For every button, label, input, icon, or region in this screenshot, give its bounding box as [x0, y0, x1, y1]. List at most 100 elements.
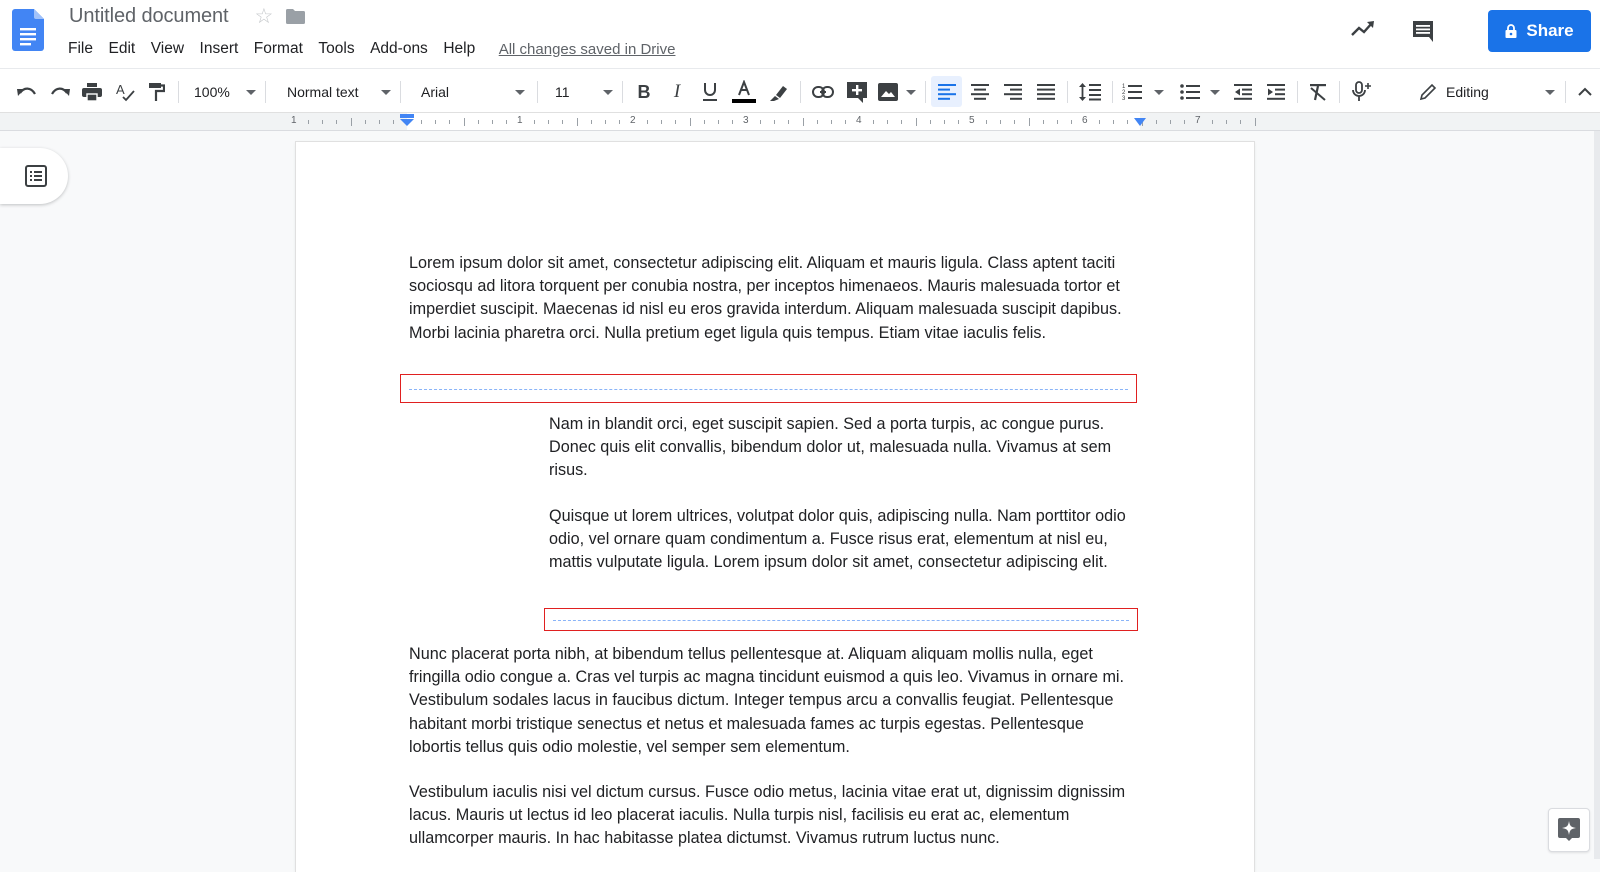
section-break-line[interactable]: [409, 388, 1128, 390]
docs-logo-icon[interactable]: [12, 9, 44, 51]
collapse-icon: [1578, 87, 1592, 96]
font-size-select[interactable]: 11: [546, 80, 613, 104]
ruler-tick: [548, 120, 550, 124]
bold-button[interactable]: B: [632, 80, 656, 104]
paragraph[interactable]: Lorem ipsum dolor sit amet, consectetur …: [409, 252, 1133, 345]
paragraph-indented[interactable]: Quisque ut lorem ultrices, volutpat dolo…: [549, 505, 1129, 575]
increase-indent-button[interactable]: [1264, 80, 1288, 104]
paint-format-button[interactable]: [145, 80, 169, 104]
document-title[interactable]: Untitled document: [69, 5, 229, 28]
document-outline-button[interactable]: [0, 148, 68, 204]
hide-menus-button[interactable]: [1574, 80, 1596, 104]
insert-link-button[interactable]: [810, 80, 836, 104]
save-status-link[interactable]: All changes saved in Drive: [499, 41, 676, 58]
justify-button[interactable]: [1034, 80, 1058, 104]
decrease-indent-button[interactable]: [1231, 80, 1255, 104]
text-color-button[interactable]: [731, 80, 757, 104]
numbered-list-button[interactable]: 123: [1122, 80, 1164, 104]
star-icon[interactable]: ☆: [255, 6, 274, 27]
font-family-select[interactable]: Arial: [410, 80, 525, 104]
ruler-tick: [1042, 120, 1044, 124]
font-size-value: 11: [555, 84, 570, 100]
paragraph[interactable]: Vestibulum iaculis nisi vel dictum cursu…: [409, 781, 1133, 851]
voice-typing-button[interactable]: [1349, 80, 1375, 104]
zoom-value: 100%: [194, 84, 230, 100]
align-center-icon: [971, 84, 989, 100]
redo-button[interactable]: [48, 80, 72, 104]
ruler-label: 3: [743, 115, 749, 126]
section-break-line[interactable]: [553, 619, 1129, 621]
ruler-tick: [844, 120, 846, 124]
paragraph-style-select[interactable]: Normal text: [276, 80, 391, 104]
align-center-button[interactable]: [968, 80, 992, 104]
paragraph[interactable]: Nunc placerat porta nibh, at bibendum te…: [409, 643, 1139, 759]
line-spacing-button[interactable]: [1077, 80, 1103, 104]
menu-insert[interactable]: Insert: [200, 40, 239, 58]
ruler-tick: [378, 120, 380, 124]
toolbar-divider: [1112, 81, 1113, 103]
clear-formatting-icon: [1310, 84, 1326, 101]
ruler-tick: [816, 120, 818, 124]
folder-icon[interactable]: [286, 9, 306, 24]
print-icon: [82, 83, 102, 101]
activity-dashboard-icon[interactable]: [1350, 18, 1376, 40]
section-break-highlight: [400, 374, 1137, 403]
right-indent-marker-icon[interactable]: [1134, 118, 1146, 127]
menu-help[interactable]: Help: [443, 40, 475, 58]
menu-addons[interactable]: Add-ons: [370, 40, 428, 58]
undo-button[interactable]: [15, 80, 39, 104]
align-right-icon: [1004, 84, 1022, 100]
align-right-button[interactable]: [1001, 80, 1025, 104]
explore-button[interactable]: [1548, 808, 1590, 852]
toolbar-divider: [622, 81, 623, 103]
share-button[interactable]: Share: [1488, 10, 1591, 52]
add-comment-icon: [847, 81, 867, 103]
document-page[interactable]: Lorem ipsum dolor sit amet, consectetur …: [296, 142, 1254, 872]
svg-text:3: 3: [1122, 96, 1126, 101]
ruler-tick: [1056, 120, 1058, 124]
menu-edit[interactable]: Edit: [108, 40, 135, 58]
ruler-tick: [1226, 120, 1228, 124]
ruler-tick: [435, 120, 437, 124]
ruler-tick: [1155, 120, 1157, 124]
share-label: Share: [1526, 21, 1574, 40]
ruler-tick: [392, 120, 394, 124]
left-indent-marker-icon[interactable]: [400, 114, 414, 127]
ruler[interactable]: 1 1 2 3 4 5 6 7: [0, 113, 1600, 131]
ruler-label: 7: [1195, 115, 1201, 126]
menu-format[interactable]: Format: [254, 40, 303, 58]
paragraph-indented[interactable]: Nam in blandit orci, eget suscipit sapie…: [549, 413, 1129, 483]
toolbar-divider: [800, 81, 801, 103]
editing-mode-select[interactable]: Editing: [1419, 80, 1555, 104]
highlight-button[interactable]: [766, 80, 790, 104]
zoom-select[interactable]: 100%: [188, 80, 256, 104]
link-icon: [812, 86, 834, 98]
underline-button[interactable]: [698, 80, 722, 104]
spellcheck-button[interactable]: A: [113, 80, 137, 104]
ruler-tick: [647, 120, 649, 124]
align-left-button[interactable]: [931, 76, 962, 107]
comments-icon[interactable]: [1411, 19, 1435, 43]
bulleted-list-icon: [1180, 84, 1200, 100]
ruler-tick: [689, 118, 691, 126]
menu-view[interactable]: View: [151, 40, 184, 58]
menu-bar: File Edit View Insert Format Tools Add-o…: [68, 40, 675, 58]
ruler-tick: [1212, 120, 1214, 124]
vertical-scrollbar[interactable]: [1594, 131, 1600, 859]
menu-file[interactable]: File: [68, 40, 93, 58]
bulleted-list-button[interactable]: [1180, 80, 1220, 104]
italic-button[interactable]: I: [665, 80, 689, 104]
menu-tools[interactable]: Tools: [318, 40, 354, 58]
insert-image-button[interactable]: [878, 80, 916, 104]
ruler-tick: [322, 120, 324, 124]
chevron-down-icon: [1210, 89, 1220, 95]
ruler-tick: [562, 120, 564, 124]
add-comment-button[interactable]: [845, 80, 869, 104]
numbered-list-icon: 123: [1122, 84, 1142, 101]
paragraph-style-value: Normal text: [287, 84, 359, 100]
clear-formatting-button[interactable]: [1306, 80, 1330, 104]
section-break-highlight: [544, 608, 1138, 631]
ruler-tick: [1183, 120, 1185, 124]
print-button[interactable]: [80, 80, 104, 104]
bold-icon: B: [637, 81, 651, 102]
